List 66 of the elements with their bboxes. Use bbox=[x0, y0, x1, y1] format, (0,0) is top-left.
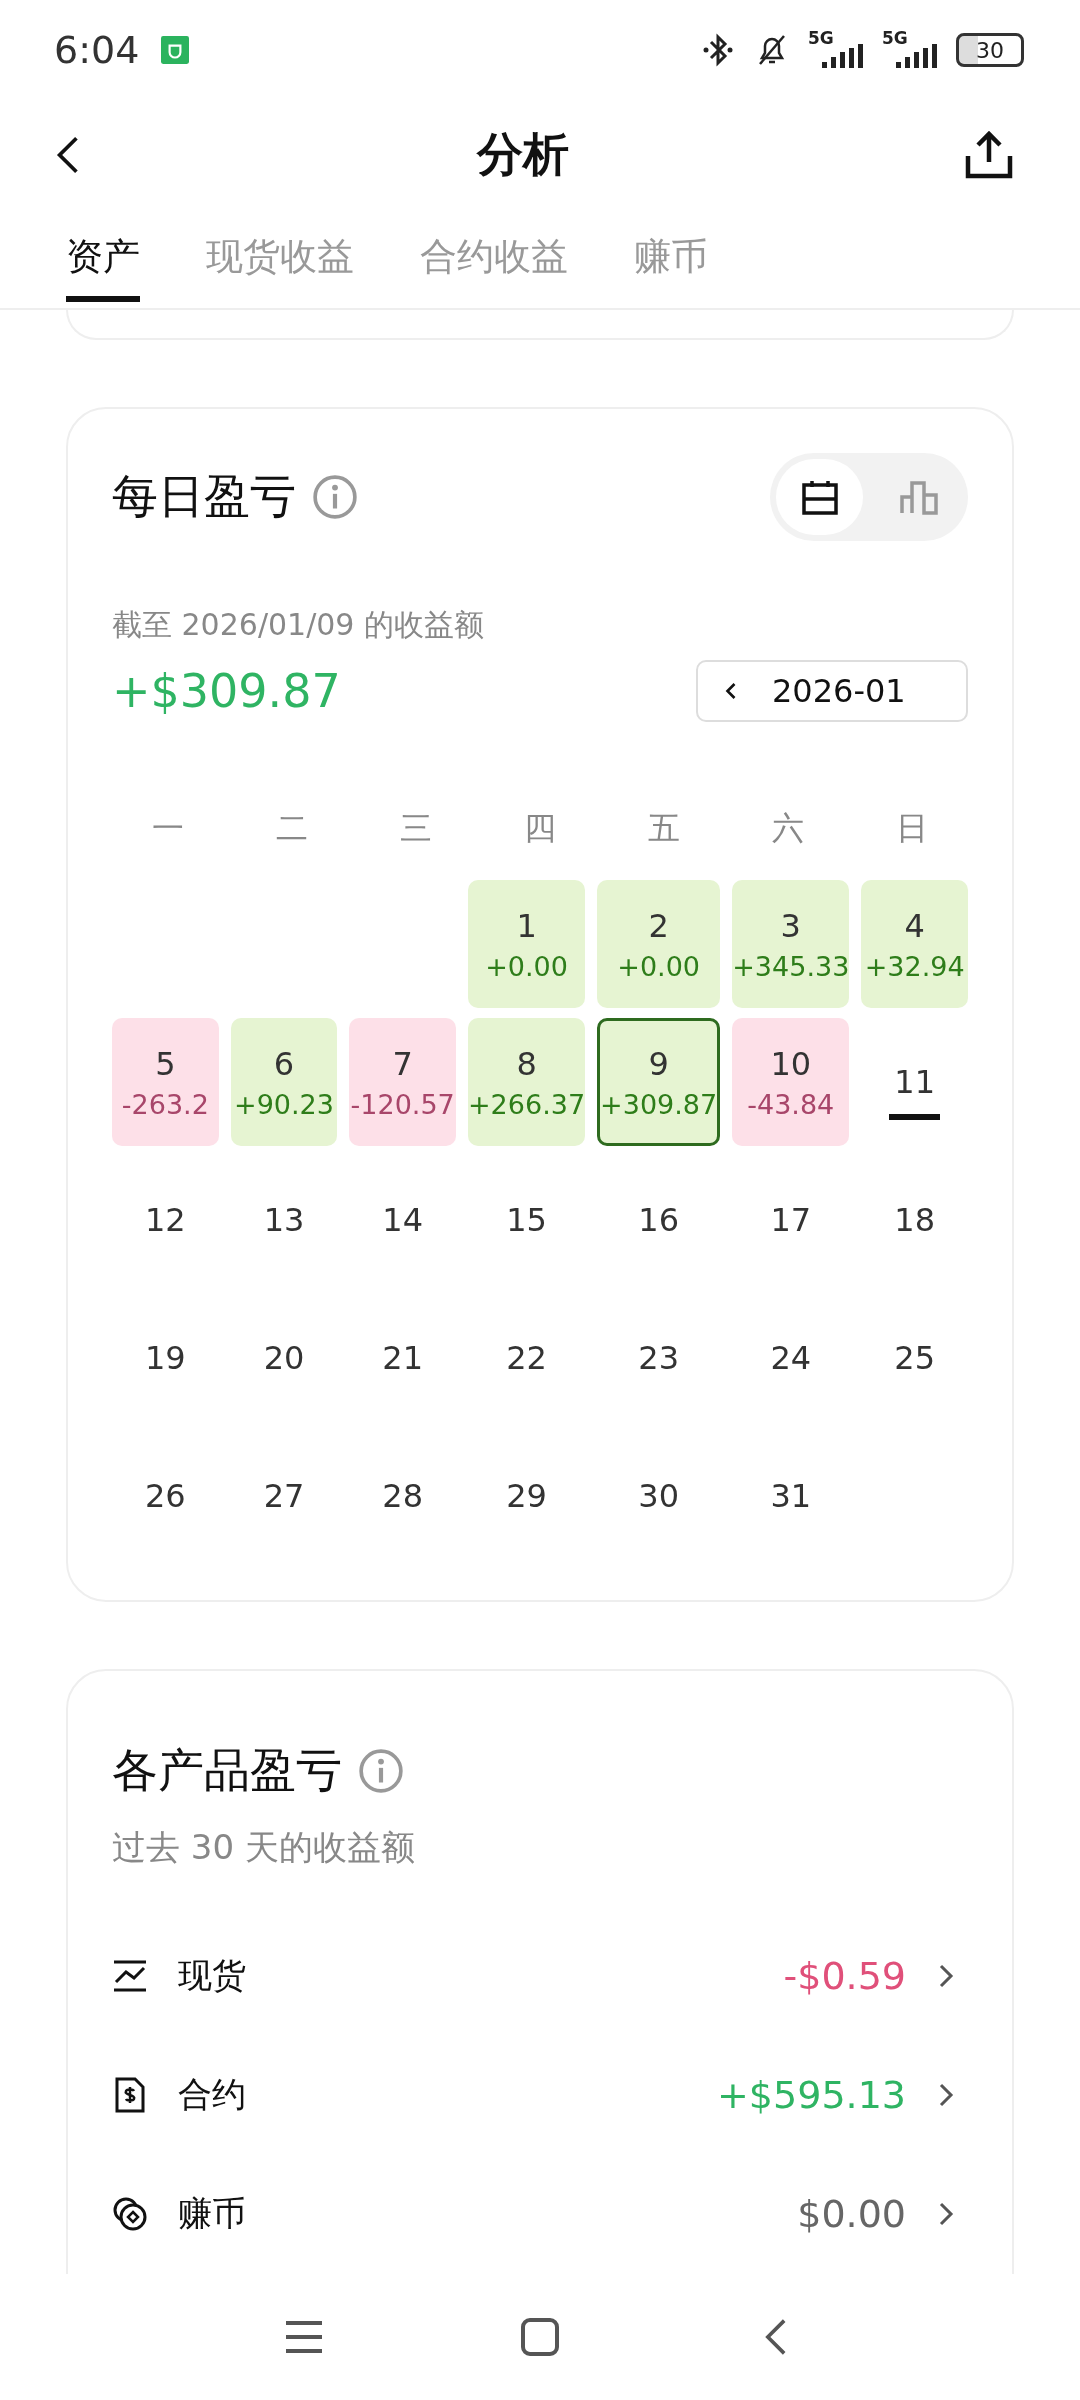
share-icon[interactable] bbox=[964, 130, 1014, 180]
calendar-day[interactable]: 31 bbox=[732, 1432, 850, 1560]
calendar-day[interactable]: 30 bbox=[597, 1432, 721, 1560]
calendar-day[interactable]: 13 bbox=[230, 1156, 338, 1284]
weekday-label: 一 bbox=[152, 808, 184, 849]
calendar-day[interactable]: 27 bbox=[230, 1432, 338, 1560]
calendar-day[interactable]: 25 bbox=[861, 1294, 968, 1422]
calendar-day-cell[interactable]: 4 +32.94 bbox=[861, 880, 968, 1008]
total-amount: +$309.87 bbox=[112, 664, 341, 718]
calendar-day-cell[interactable]: 6 +90.23 bbox=[230, 1018, 338, 1146]
calendar-day-cell[interactable]: 2 +0.00 bbox=[597, 880, 721, 1008]
calendar-day[interactable]: 15 bbox=[468, 1156, 586, 1284]
info-icon[interactable] bbox=[312, 474, 358, 520]
weekday-label: 日 bbox=[896, 808, 928, 849]
calendar-day[interactable]: 29 bbox=[468, 1432, 586, 1560]
calendar-day-cell[interactable]: 1 +0.00 bbox=[468, 880, 586, 1008]
chevron-right-icon bbox=[938, 2082, 954, 2108]
calendar-day[interactable]: 14 bbox=[349, 1156, 456, 1284]
month-picker[interactable]: 2026-01 bbox=[696, 660, 968, 722]
calendar-day[interactable]: 21 bbox=[349, 1294, 456, 1422]
calendar-day[interactable]: 28 bbox=[349, 1432, 456, 1560]
home-icon[interactable] bbox=[520, 2317, 560, 2357]
calendar-day[interactable]: 16 bbox=[597, 1156, 721, 1284]
calendar-day[interactable]: 22 bbox=[468, 1294, 586, 1422]
tab[interactable]: 资产 bbox=[66, 210, 140, 302]
page-title: 分析 bbox=[477, 126, 569, 183]
chevron-left-icon[interactable] bbox=[724, 680, 738, 702]
calendar-day[interactable]: 17 bbox=[732, 1156, 850, 1284]
status-time: 6:04 bbox=[54, 28, 140, 72]
weekday-label: 三 bbox=[400, 808, 432, 849]
weekday-label: 四 bbox=[524, 808, 556, 849]
chevron-right-icon bbox=[938, 1963, 954, 1989]
calendar-day[interactable]: 26 bbox=[112, 1432, 219, 1560]
calendar-day[interactable]: 18 bbox=[861, 1156, 968, 1284]
product-row[interactable]: 赚币 $0.00 bbox=[112, 2161, 968, 2267]
calendar-day[interactable]: 12 bbox=[112, 1156, 219, 1284]
calendar-day-cell[interactable]: 3 +345.33 bbox=[732, 880, 850, 1008]
calendar-day[interactable]: 11 bbox=[861, 1018, 968, 1146]
card-title: 每日盈亏 bbox=[112, 468, 296, 525]
signal-icon bbox=[820, 44, 864, 68]
weekday-label: 二 bbox=[276, 808, 308, 849]
weekday-label: 五 bbox=[648, 808, 680, 849]
weekday-label: 六 bbox=[772, 808, 804, 849]
calendar-day-cell[interactable]: 9 +309.87 bbox=[597, 1018, 721, 1146]
period-label: 过去 30 天的收益额 bbox=[112, 1826, 416, 1869]
calendar-day-cell[interactable]: 5 -263.2 bbox=[112, 1018, 219, 1146]
network-type: 5G bbox=[808, 28, 834, 48]
coins-icon bbox=[112, 2196, 148, 2232]
product-row[interactable]: 现货 -$0.59 bbox=[112, 1923, 968, 2029]
card-title: 各产品盈亏 bbox=[112, 1742, 342, 1799]
calendar-day-cell[interactable]: 8 +266.37 bbox=[468, 1018, 586, 1146]
calendar-day[interactable]: 20 bbox=[230, 1294, 338, 1422]
info-icon[interactable] bbox=[358, 1748, 404, 1794]
calendar-day-cell[interactable]: 10 -43.84 bbox=[732, 1018, 850, 1146]
network-type: 5G bbox=[882, 28, 908, 48]
chevron-right-icon bbox=[938, 2201, 954, 2227]
calendar-day[interactable]: 19 bbox=[112, 1294, 219, 1422]
as-of-label: 截至 2026/01/09 的收益额 bbox=[112, 606, 485, 644]
battery-indicator: 30 bbox=[956, 33, 1024, 67]
calendar-day[interactable]: 23 bbox=[597, 1294, 721, 1422]
calendar-day[interactable]: 24 bbox=[732, 1294, 850, 1422]
signal-icon bbox=[894, 44, 938, 68]
product-row[interactable]: 合约 +$595.13 bbox=[112, 2042, 968, 2148]
trend-icon bbox=[112, 1958, 148, 1994]
calendar-day-cell[interactable]: 7 -120.57 bbox=[349, 1018, 456, 1146]
app-notification-icon bbox=[161, 36, 190, 64]
